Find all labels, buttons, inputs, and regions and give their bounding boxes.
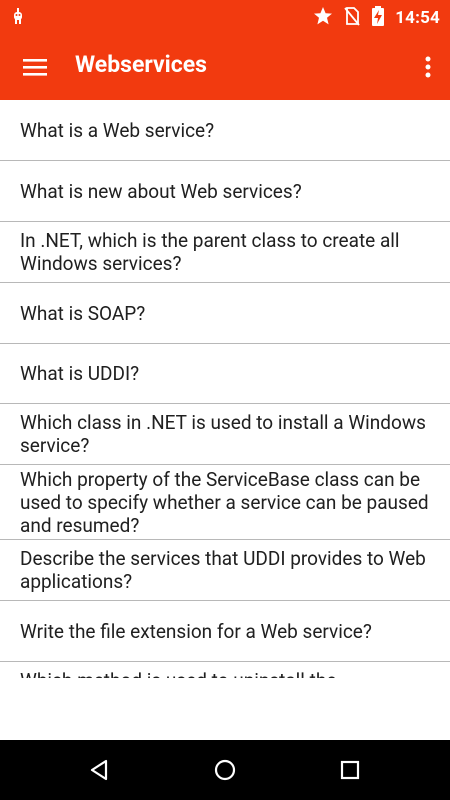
more-vert-icon[interactable] [418, 51, 438, 83]
back-icon[interactable] [88, 758, 112, 782]
hamburger-menu-icon[interactable] [18, 53, 52, 81]
question-label: Which class in .NET is used to install a… [20, 411, 426, 457]
list-item[interactable]: Which property of the ServiceBase class … [0, 465, 450, 540]
list-item[interactable]: Which class in .NET is used to install a… [0, 404, 450, 465]
list-item[interactable]: Which method is used to uninstall the [0, 662, 450, 678]
question-label: What is UDDI? [20, 362, 140, 385]
question-label: Describe the services that UDDI provides… [20, 547, 426, 593]
star-icon [313, 6, 333, 30]
list-item[interactable]: In .NET, which is the parent class to cr… [0, 222, 450, 283]
battery-charging-icon [371, 5, 385, 31]
list-item[interactable]: Describe the services that UDDI provides… [0, 540, 450, 601]
list-item[interactable]: What is a Web service? [0, 100, 450, 161]
recents-icon[interactable] [338, 758, 362, 782]
question-list: What is a Web service? What is new about… [0, 100, 450, 678]
status-bar: 14:54 [0, 0, 450, 33]
app-bar: Webservices [0, 33, 450, 100]
list-item[interactable]: What is new about Web services? [0, 161, 450, 222]
question-label: Write the file extension for a Web servi… [20, 619, 372, 643]
home-icon[interactable] [213, 758, 237, 782]
list-item[interactable]: What is SOAP? [0, 283, 450, 344]
android-icon [10, 8, 26, 29]
question-label: In .NET, which is the parent class to cr… [20, 229, 400, 275]
question-label: Which property of the ServiceBase class … [20, 467, 429, 537]
page-title: Webservices [75, 51, 207, 78]
status-time: 14:54 [395, 8, 440, 28]
navigation-bar [0, 740, 450, 800]
list-item[interactable]: Write the file extension for a Web servi… [0, 601, 450, 662]
question-label: What is SOAP? [20, 301, 146, 325]
question-label: What is a Web service? [20, 118, 215, 142]
no-sim-icon [343, 6, 361, 30]
question-label: Which method is used to uninstall the [20, 669, 336, 678]
list-item[interactable]: What is UDDI? [0, 344, 450, 404]
question-label: What is new about Web services? [20, 179, 302, 203]
